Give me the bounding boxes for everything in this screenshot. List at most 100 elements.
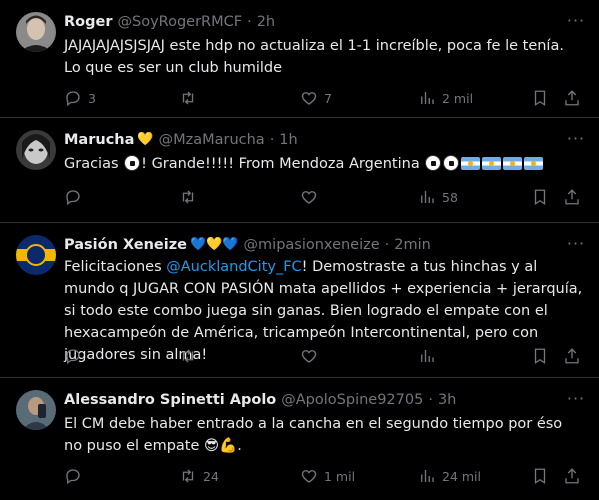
separator: · [428,392,433,408]
reply-button[interactable] [64,345,82,367]
heart-icon [301,470,317,483]
more-dots-icon[interactable]: ··· [565,235,587,255]
mention-link[interactable]: @AucklandCity_FC [166,259,301,275]
views-button[interactable]: 58 [418,186,458,208]
text-part: . [237,438,242,454]
tweet[interactable]: Marucha 💛 @MzaMarucha · 1h ··· Gracias !… [0,118,599,223]
more-dots-icon[interactable]: ··· [565,390,587,410]
heart-icon [301,191,317,204]
retweet-button[interactable] [179,345,197,367]
retweet-icon [182,91,194,105]
like-button[interactable] [300,345,318,367]
reply-count: 3 [88,90,96,106]
bookmark-button[interactable] [531,345,549,367]
tweet[interactable]: Roger @SoyRogerRMCF · 2h ··· JAJAJAJAJSJ… [0,0,599,118]
share-icon [565,348,579,364]
views-chart-icon [421,350,434,362]
reply-icon [66,190,80,206]
share-icon [565,90,579,106]
display-name[interactable]: Pasión Xeneize [64,234,187,256]
timestamp[interactable]: 2h [257,11,275,33]
reply-icon [66,91,80,107]
tweet-actions: 24 1 mil 24 mil [56,465,596,487]
bookmark-button[interactable] [531,87,549,109]
bookmark-button[interactable] [531,465,549,487]
handle[interactable]: @MzaMarucha [159,129,265,151]
handle[interactable]: @SoyRogerRMCF [118,11,243,33]
more-dots-icon[interactable]: ··· [565,12,587,32]
avatar[interactable] [16,235,56,275]
tweet-actions: 3 7 2 mil [56,87,596,109]
retweet-button[interactable]: 24 [179,465,219,487]
tweet-header: Marucha 💛 @MzaMarucha · 1h [64,129,559,151]
timestamp[interactable]: 3h [438,389,456,411]
tweet-feed: Roger @SoyRogerRMCF · 2h ··· JAJAJAJAJSJ… [0,0,599,500]
text-part: Gracias [64,156,124,172]
retweet-button[interactable] [179,186,197,208]
avatar[interactable] [16,12,56,52]
heart-icon [301,350,317,363]
text-part: ! Grande!!!!! From Mendoza Argentina [141,156,425,172]
retweet-button[interactable] [179,87,203,109]
tweet-actions: 58 [56,186,596,208]
name-emoji: 💛 [137,132,154,147]
reply-button[interactable] [64,186,82,208]
argentina-flag-icon [524,157,544,170]
name-emoji: 💙💛💙 [189,237,239,252]
views-button[interactable]: 24 mil [418,465,481,487]
tweet[interactable]: Alessandro Spinetti Apolo @ApoloSpine927… [0,378,599,500]
share-button[interactable] [563,345,581,367]
handle[interactable]: @ApoloSpine92705 [281,389,423,411]
reply-button[interactable]: 3 [64,87,96,109]
reply-icon [66,349,80,365]
bookmark-icon [534,90,546,107]
tweet-header: Roger @SoyRogerRMCF · 2h [64,11,559,33]
more-dots-icon[interactable]: ··· [565,130,587,150]
text-part: El CM debe haber entrado a la cancha en … [64,416,563,454]
timestamp[interactable]: 1h [279,129,297,151]
separator: · [384,237,390,253]
tweet-header: Alessandro Spinetti Apolo @ApoloSpine927… [64,389,559,411]
share-button[interactable] [563,87,581,109]
heart-icon [301,92,317,105]
like-button[interactable]: 7 [300,87,332,109]
display-name[interactable]: Marucha [64,129,134,151]
tweet-actions [56,345,596,367]
display-name[interactable]: Alessandro Spinetti Apolo [64,389,276,411]
views-count: 58 [442,189,458,205]
views-chart-icon [421,191,434,203]
share-icon [565,189,579,205]
bookmark-button[interactable] [531,186,549,208]
separator: · [269,132,275,148]
retweet-count: 24 [203,468,219,484]
bookmark-icon [534,189,546,206]
soccer-ball-icon [425,155,442,171]
share-icon [565,468,579,484]
views-button[interactable] [418,345,436,367]
sunglasses-flex-emoji: 😎💪 [204,438,238,454]
timestamp[interactable]: 2min [394,234,431,256]
tweet-text: El CM debe haber entrado a la cancha en … [64,413,569,457]
share-button[interactable] [563,465,581,487]
bookmark-icon [534,348,546,365]
argentina-flag-icon [503,157,523,170]
display-name[interactable]: Roger [64,11,113,33]
share-button[interactable] [563,186,581,208]
retweet-icon [182,469,194,483]
reply-button[interactable] [64,465,82,487]
views-chart-icon [421,470,434,482]
tweet[interactable]: Pasión Xeneize 💙💛💙 @mipasionxeneize · 2m… [0,223,599,378]
avatar[interactable] [16,390,56,430]
reply-icon [66,469,80,485]
views-count: 24 mil [442,468,482,484]
tweet-header: Pasión Xeneize 💙💛💙 @mipasionxeneize · 2m… [64,234,559,256]
retweet-icon [182,190,194,204]
argentina-flag-icon [461,157,481,170]
avatar[interactable] [16,130,56,170]
tweet-text: JAJAJAJAJSJSJAJ este hdp no actualiza el… [64,38,564,76]
views-button[interactable]: 2 mil [418,87,473,109]
handle[interactable]: @mipasionxeneize [244,234,380,256]
like-button[interactable] [300,186,318,208]
bookmark-icon [534,468,546,485]
like-button[interactable]: 1 mil [300,465,355,487]
